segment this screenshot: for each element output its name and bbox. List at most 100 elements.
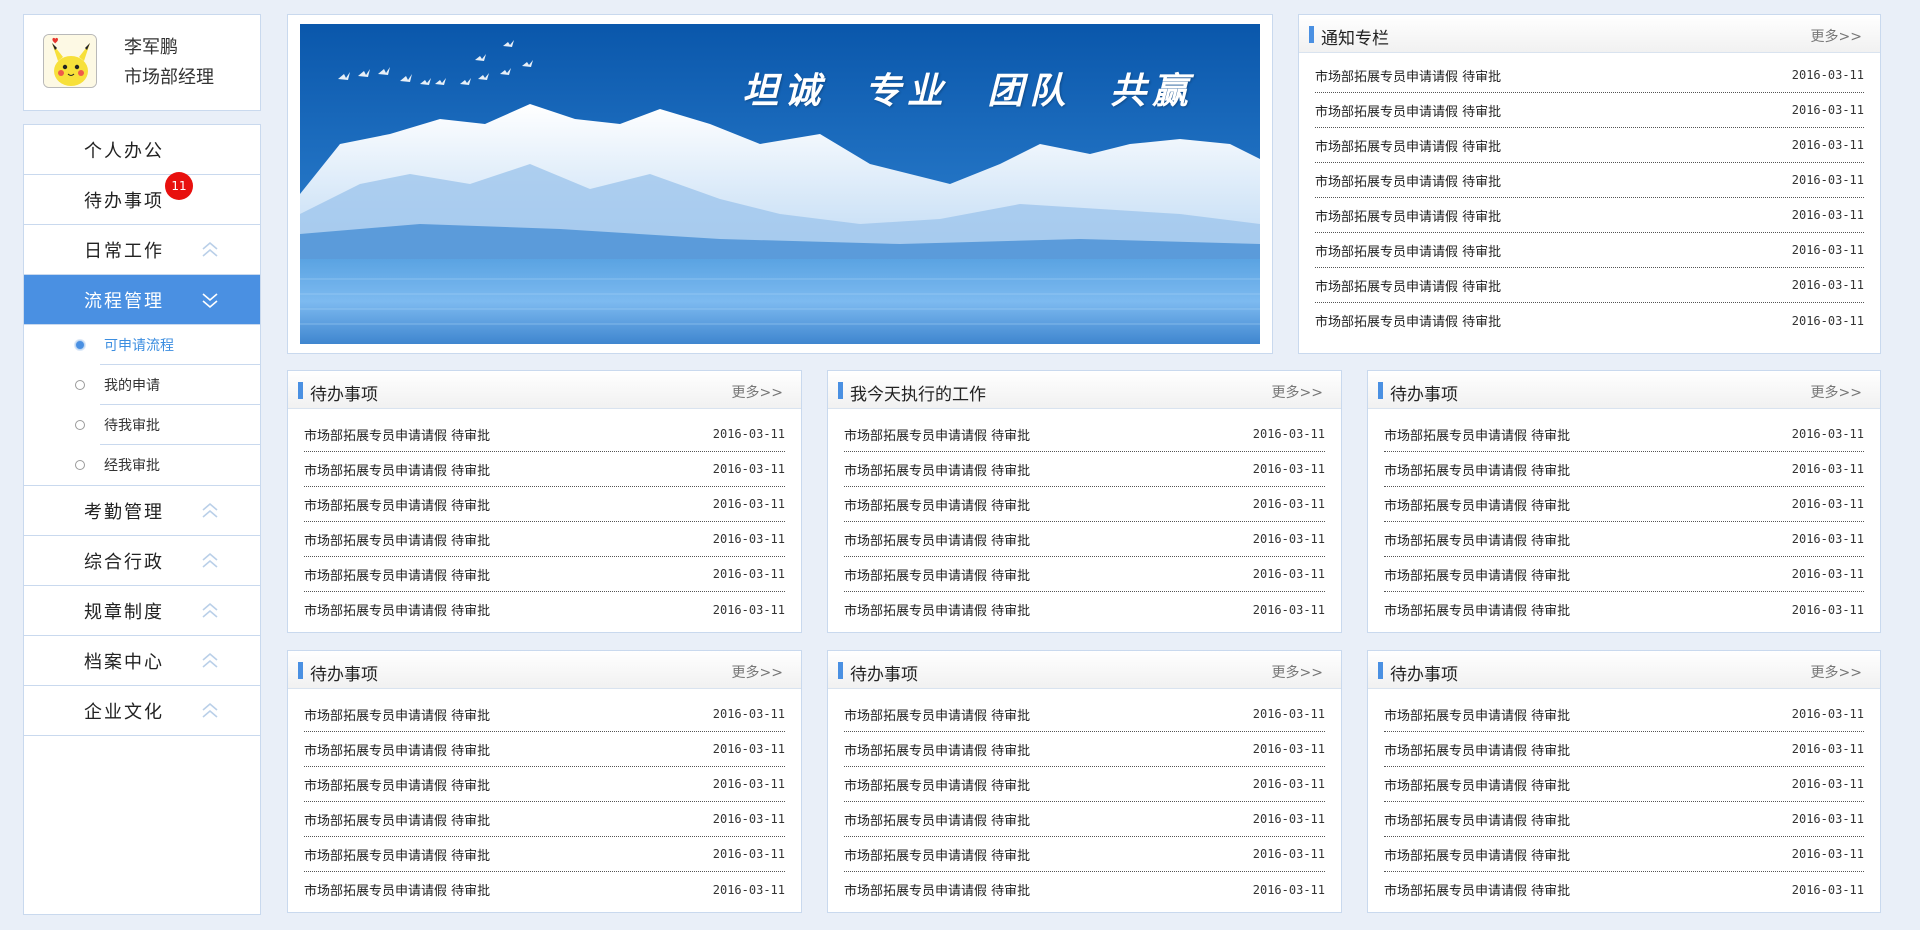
list-item[interactable]: 市场部拓展专员申请请假 待审批 2016-03-11 <box>1315 58 1864 93</box>
list-item[interactable]: 市场部拓展专员申请请假 待审批 2016-03-11 <box>1384 417 1864 452</box>
item-date: 2016-03-11 <box>1252 882 1325 897</box>
list-item[interactable]: 市场部拓展专员申请请假 待审批 2016-03-11 <box>1315 163 1864 198</box>
list-item[interactable]: 市场部拓展专员申请请假 待审批 2016-03-11 <box>1384 452 1864 487</box>
list-item[interactable]: 市场部拓展专员申请请假 待审批 2016-03-11 <box>1315 268 1864 303</box>
more-link[interactable]: 更多>> <box>1811 26 1862 46</box>
item-text: 市场部拓展专员申请请假 待审批 <box>1315 279 1502 295</box>
list-item[interactable]: 市场部拓展专员申请请假 待审批 2016-03-11 <box>304 802 785 837</box>
more-link[interactable]: 更多>> <box>1811 662 1862 682</box>
list-item[interactable]: 市场部拓展专员申请请假 待审批 2016-03-11 <box>304 452 785 487</box>
list-item[interactable]: 市场部拓展专员申请请假 待审批 2016-03-11 <box>844 557 1325 592</box>
list-item[interactable]: 市场部拓展专员申请请假 待审批 2016-03-11 <box>1384 557 1864 592</box>
nav-item-process-management[interactable]: 流程管理 <box>24 275 260 325</box>
list-item[interactable]: 市场部拓展专员申请请假 待审批 2016-03-11 <box>844 522 1325 557</box>
nav-item-attendance[interactable]: 考勤管理 <box>24 486 260 536</box>
item-text: 市场部拓展专员申请请假 待审批 <box>844 428 1031 444</box>
list-item[interactable]: 市场部拓展专员申请请假 待审批 2016-03-11 <box>844 802 1325 837</box>
panel-list: 市场部拓展专员申请请假 待审批 2016-03-11 市场部拓展专员申请请假 待审… <box>1368 409 1880 627</box>
nav-item-regulations[interactable]: 规章制度 <box>24 586 260 636</box>
item-date: 2016-03-11 <box>1791 243 1864 257</box>
list-item[interactable]: 市场部拓展专员申请请假 待审批 2016-03-11 <box>1384 592 1864 627</box>
nav-item-personal-office[interactable]: 个人办公 <box>24 125 260 175</box>
list-item[interactable]: 市场部拓展专员申请请假 待审批 2016-03-11 <box>1384 697 1864 732</box>
list-item[interactable]: 市场部拓展专员申请请假 待审批 2016-03-11 <box>304 487 785 522</box>
list-item[interactable]: 市场部拓展专员申请请假 待审批 2016-03-11 <box>844 592 1325 627</box>
todo-count-badge: 11 <box>165 172 193 200</box>
list-item[interactable]: 市场部拓展专员申请请假 待审批 2016-03-11 <box>304 837 785 872</box>
chevron-up-icon <box>202 552 218 568</box>
list-item[interactable]: 市场部拓展专员申请请假 待审批 2016-03-11 <box>1384 522 1864 557</box>
list-item[interactable]: 市场部拓展专员申请请假 待审批 2016-03-11 <box>304 697 785 732</box>
item-date: 2016-03-11 <box>1252 707 1325 721</box>
item-text: 市场部拓展专员申请请假 待审批 <box>844 708 1031 724</box>
list-item[interactable]: 市场部拓展专员申请请假 待审批 2016-03-11 <box>1384 487 1864 522</box>
more-link[interactable]: 更多>> <box>732 662 783 682</box>
list-item[interactable]: 市场部拓展专员申请请假 待审批 2016-03-11 <box>304 417 785 452</box>
item-date: 2016-03-11 <box>1791 278 1864 292</box>
submenu-item-label: 待我审批 <box>104 418 160 434</box>
item-date: 2016-03-11 <box>712 882 785 897</box>
nav-item-corporate-culture[interactable]: 企业文化 <box>24 686 260 736</box>
list-item[interactable]: 市场部拓展专员申请请假 待审批 2016-03-11 <box>1384 802 1864 837</box>
list-item[interactable]: 市场部拓展专员申请请假 待审批 2016-03-11 <box>1315 233 1864 268</box>
nav-item-administration[interactable]: 综合行政 <box>24 536 260 586</box>
list-item[interactable]: 市场部拓展专员申请请假 待审批 2016-03-11 <box>304 732 785 767</box>
panel-title: 待办事项 <box>1390 385 1458 405</box>
list-item[interactable]: 市场部拓展专员申请请假 待审批 2016-03-11 <box>1384 872 1864 907</box>
more-link[interactable]: 更多>> <box>1272 662 1323 682</box>
chevron-up-icon <box>202 602 218 618</box>
chevron-up-icon <box>202 702 218 718</box>
more-link[interactable]: 更多>> <box>1811 382 1862 402</box>
list-item[interactable]: 市场部拓展专员申请请假 待审批 2016-03-11 <box>844 872 1325 907</box>
list-item[interactable]: 市场部拓展专员申请请假 待审批 2016-03-11 <box>1384 732 1864 767</box>
list-item[interactable]: 市场部拓展专员申请请假 待审批 2016-03-11 <box>844 837 1325 872</box>
item-date: 2016-03-11 <box>1791 138 1864 152</box>
panel-title: 待办事项 <box>850 665 918 685</box>
nav-item-label: 个人办公 <box>84 140 164 162</box>
nav-item-todo[interactable]: 待办事项 <box>24 175 260 225</box>
panel-list: 市场部拓展专员申请请假 待审批 2016-03-11 市场部拓展专员申请请假 待审… <box>828 409 1341 627</box>
user-name: 李军鹏 <box>124 37 178 58</box>
more-link[interactable]: 更多>> <box>732 382 783 402</box>
list-item[interactable]: 市场部拓展专员申请请假 待审批 2016-03-11 <box>1315 93 1864 128</box>
list-item[interactable]: 市场部拓展专员申请请假 待审批 2016-03-11 <box>304 592 785 627</box>
nav-item-daily-work[interactable]: 日常工作 <box>24 225 260 275</box>
list-item[interactable]: 市场部拓展专员申请请假 待审批 2016-03-11 <box>1315 198 1864 233</box>
list-item[interactable]: 市场部拓展专员申请请假 待审批 2016-03-11 <box>1384 767 1864 802</box>
list-item[interactable]: 市场部拓展专员申请请假 待审批 2016-03-11 <box>304 557 785 592</box>
chevron-up-icon <box>202 502 218 518</box>
list-item[interactable]: 市场部拓展专员申请请假 待审批 2016-03-11 <box>844 767 1325 802</box>
list-item[interactable]: 市场部拓展专员申请请假 待审批 2016-03-11 <box>304 872 785 907</box>
list-item[interactable]: 市场部拓展专员申请请假 待审批 2016-03-11 <box>1315 303 1864 338</box>
list-item[interactable]: 市场部拓展专员申请请假 待审批 2016-03-11 <box>1384 837 1864 872</box>
nav-item-archive-center[interactable]: 档案中心 <box>24 636 260 686</box>
item-date: 2016-03-11 <box>712 462 785 476</box>
panel-list: 市场部拓展专员申请请假 待审批 2016-03-11 市场部拓展专员申请请假 待审… <box>828 689 1341 907</box>
user-avatar[interactable] <box>43 34 97 88</box>
nav-item-label: 流程管理 <box>84 290 164 312</box>
submenu-item-applicable-process[interactable]: 可申请流程 <box>24 325 260 365</box>
item-text: 市场部拓展专员申请请假 待审批 <box>304 778 491 794</box>
item-date: 2016-03-11 <box>712 567 785 581</box>
more-link[interactable]: 更多>> <box>1272 382 1323 402</box>
submenu-item-approved-by-me[interactable]: 经我审批 <box>24 445 260 485</box>
panel-title: 待办事项 <box>1390 665 1458 685</box>
list-item[interactable]: 市场部拓展专员申请请假 待审批 2016-03-11 <box>844 452 1325 487</box>
list-item[interactable]: 市场部拓展专员申请请假 待审批 2016-03-11 <box>844 417 1325 452</box>
submenu-item-pending-my-approval[interactable]: 待我审批 <box>24 405 260 445</box>
item-date: 2016-03-11 <box>1791 532 1864 546</box>
item-date: 2016-03-11 <box>712 777 785 791</box>
submenu-item-my-applications[interactable]: 我的申请 <box>24 365 260 405</box>
panel-accent-bar <box>1378 382 1383 399</box>
item-date: 2016-03-11 <box>1791 208 1864 222</box>
list-item[interactable]: 市场部拓展专员申请请假 待审批 2016-03-11 <box>304 522 785 557</box>
submenu-item-label: 经我审批 <box>104 458 160 474</box>
list-item[interactable]: 市场部拓展专员申请请假 待审批 2016-03-11 <box>844 487 1325 522</box>
list-item[interactable]: 市场部拓展专员申请请假 待审批 2016-03-11 <box>304 767 785 802</box>
panel-title: 通知专栏 <box>1321 29 1389 49</box>
list-item[interactable]: 市场部拓展专员申请请假 待审批 2016-03-11 <box>1315 128 1864 163</box>
panel-accent-bar <box>838 382 843 399</box>
panel-header: 通知专栏 更多>> <box>1299 15 1880 53</box>
list-item[interactable]: 市场部拓展专员申请请假 待审批 2016-03-11 <box>844 697 1325 732</box>
list-item[interactable]: 市场部拓展专员申请请假 待审批 2016-03-11 <box>844 732 1325 767</box>
